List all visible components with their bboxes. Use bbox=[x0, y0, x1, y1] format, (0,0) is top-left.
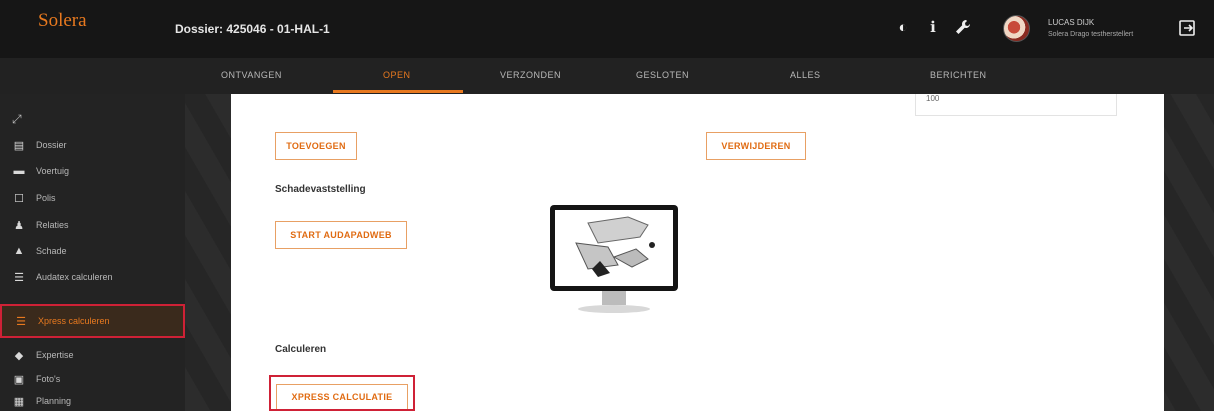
sidebar-item-label: Audatex calculeren bbox=[36, 272, 113, 282]
user-company: Solera Drago testherstellert bbox=[1048, 31, 1134, 38]
sidebar-item-expertise[interactable]: ◆ Expertise bbox=[0, 344, 185, 366]
tab-verzonden[interactable]: VERZONDEN bbox=[500, 70, 561, 80]
value-field-text: 100 bbox=[926, 94, 940, 103]
info-icon[interactable]: ℹ bbox=[923, 17, 943, 37]
wrench-icon[interactable] bbox=[953, 17, 973, 37]
car-icon: ▬ bbox=[13, 165, 25, 177]
section-title-calculeren: Calculeren bbox=[275, 344, 327, 355]
tab-bar: ONTVANGEN OPEN VERZONDEN GESLOTEN ALLES … bbox=[0, 58, 1214, 94]
logout-icon[interactable] bbox=[1177, 18, 1199, 40]
sidebar-item-label: Planning bbox=[36, 396, 72, 406]
tab-gesloten[interactable]: GESLOTEN bbox=[636, 70, 689, 80]
monitor-illustration bbox=[548, 203, 680, 316]
sidebar-item-label: Xpress calculeren bbox=[38, 316, 110, 326]
sidebar-item-label: Foto's bbox=[36, 374, 61, 384]
sidebar-item-voertuig[interactable]: ▬ Voertuig bbox=[0, 160, 185, 182]
photo-icon: ▣ bbox=[13, 373, 25, 386]
toevoegen-button[interactable]: TOEVOEGEN bbox=[275, 132, 357, 160]
highlight-box bbox=[269, 375, 415, 411]
sidebar-item-relaties[interactable]: ♟ Relaties bbox=[0, 214, 185, 236]
sidebar-item-audatex-calculeren[interactable]: ☰ Audatex calculeren bbox=[0, 266, 185, 288]
sidebar-item-polis[interactable]: ☐ Polis bbox=[0, 187, 185, 209]
sidebar-item-dossier[interactable]: ▤ Dossier bbox=[0, 134, 185, 156]
calculator-icon: ☰ bbox=[14, 271, 24, 284]
sidebar-item-xpress-calculeren[interactable]: ☰ Xpress calculeren bbox=[0, 304, 185, 338]
sidebar-item-label: Relaties bbox=[36, 220, 69, 230]
verwijderen-button[interactable]: VERWIJDEREN bbox=[706, 132, 806, 160]
logo[interactable]: Solera bbox=[38, 10, 87, 32]
value-field[interactable]: 100 bbox=[915, 94, 1117, 116]
avatar[interactable] bbox=[1003, 15, 1030, 42]
user-name: LUCAS DIJK bbox=[1048, 18, 1095, 27]
graduation-icon: ◆ bbox=[14, 349, 24, 362]
calculator-icon: ☰ bbox=[16, 315, 26, 328]
sidebar-item-label: Schade bbox=[36, 246, 67, 256]
start-audapadweb-button[interactable]: START AUDAPADWEB bbox=[275, 221, 407, 249]
calendar-icon: ▦ bbox=[13, 395, 25, 408]
dossier-title: Dossier: 425046 - 01-HAL-1 bbox=[175, 22, 330, 36]
content-panel bbox=[231, 94, 1164, 411]
sidebar-item-label: Polis bbox=[36, 193, 56, 203]
top-icons: ◐ ℹ bbox=[893, 17, 973, 37]
active-tab-indicator bbox=[333, 90, 463, 93]
clipboard-icon: ▤ bbox=[13, 139, 25, 152]
sidebar-item-planning[interactable]: ▦ Planning bbox=[0, 391, 185, 411]
document-icon: ☐ bbox=[14, 192, 24, 205]
sidebar-item-fotos[interactable]: ▣ Foto's bbox=[0, 368, 185, 390]
tab-alles[interactable]: ALLES bbox=[790, 70, 821, 80]
tab-berichten[interactable]: BERICHTEN bbox=[930, 70, 987, 80]
section-title-schadevaststelling: Schadevaststelling bbox=[275, 184, 366, 195]
tab-open[interactable]: OPEN bbox=[383, 70, 411, 80]
warning-icon: ▲ bbox=[13, 245, 25, 257]
sidebar-item-schade[interactable]: ▲ Schade bbox=[0, 240, 185, 262]
tab-ontvangen[interactable]: ONTVANGEN bbox=[221, 70, 282, 80]
top-bar: Solera Dossier: 425046 - 01-HAL-1 ◐ ℹ LU… bbox=[0, 0, 1214, 58]
collapse-icon[interactable]: ⤢ bbox=[12, 112, 26, 126]
sidebar-item-label: Dossier bbox=[36, 140, 67, 150]
sidebar-item-label: Expertise bbox=[36, 350, 74, 360]
people-icon: ♟ bbox=[14, 219, 24, 232]
contrast-icon[interactable]: ◐ bbox=[893, 17, 913, 37]
sidebar-item-label: Voertuig bbox=[36, 166, 70, 176]
